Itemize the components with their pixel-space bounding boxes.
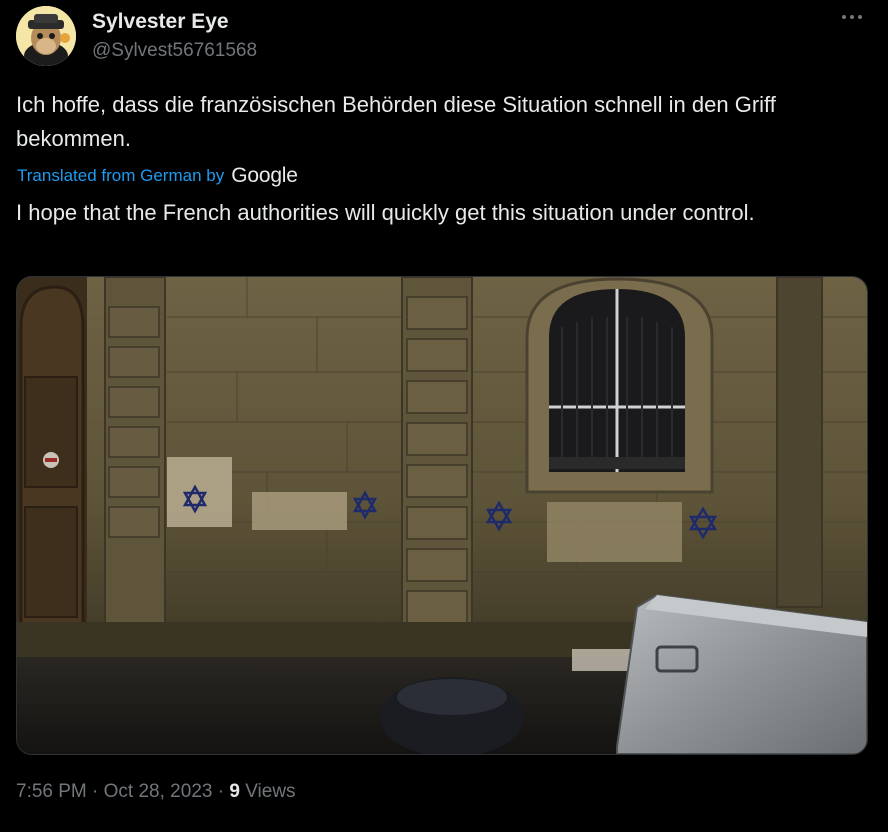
tweet-time[interactable]: 7:56 PM <box>16 781 87 802</box>
separator: · <box>217 781 225 802</box>
translated-from-label[interactable]: Translated from German by <box>17 166 224 186</box>
tweet-date[interactable]: Oct 28, 2023 <box>104 781 213 802</box>
views-label: Views <box>245 781 296 802</box>
tweet-translated-text: I hope that the French authorities will … <box>16 200 755 225</box>
display-name[interactable]: Sylvester Eye <box>92 10 229 34</box>
cartoon-ape-avatar-icon <box>16 6 76 66</box>
google-logo-text: Google <box>231 164 298 187</box>
avatar[interactable] <box>16 6 76 66</box>
translation-attribution[interactable]: Translated from German by Google <box>17 164 298 188</box>
more-options-icon[interactable] <box>838 8 866 30</box>
building-wall-photo <box>17 277 867 754</box>
ellipsis-icon <box>842 15 862 19</box>
separator: · <box>92 781 99 802</box>
tweet-original-text: Ich hoffe, dass die französischen Behörd… <box>16 92 776 151</box>
tweet-photo[interactable] <box>16 276 868 755</box>
user-handle[interactable]: @Sylvest56761568 <box>92 40 257 62</box>
tweet-meta: 7:56 PM · Oct 28, 2023 · 9 Views <box>16 781 296 803</box>
views-count: 9 <box>229 781 240 802</box>
